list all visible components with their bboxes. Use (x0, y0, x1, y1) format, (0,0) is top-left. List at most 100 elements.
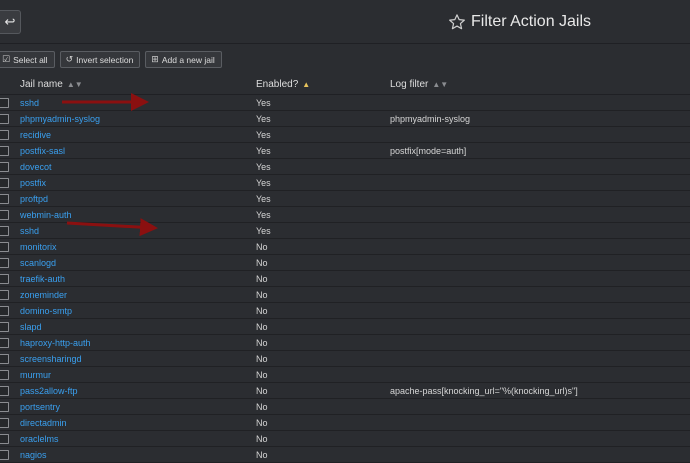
jail-name-cell: sshd (20, 222, 256, 239)
jail-name-cell: oraclelms (20, 430, 256, 447)
row-checkbox[interactable] (0, 273, 9, 284)
enabled-cell: Yes (256, 142, 390, 159)
select-all-label: Select all (13, 54, 48, 65)
jail-link[interactable]: screensharingd (20, 354, 82, 364)
log-filter-column-header[interactable]: Log filter ▲▼ (390, 74, 690, 95)
table-row: webmin-auth Yes (0, 206, 690, 223)
jail-name-column-header[interactable]: Jail name ▲▼ (20, 74, 256, 95)
table-row: postfix Yes (0, 174, 690, 191)
jail-name-cell: postfix (20, 174, 256, 191)
jail-name-cell: dovecot (20, 158, 256, 175)
enabled-cell: No (256, 382, 390, 399)
log-filter-cell (390, 222, 690, 239)
log-filter-cell (390, 334, 690, 351)
jail-link[interactable]: haproxy-http-auth (20, 338, 91, 348)
jail-link[interactable]: slapd (20, 322, 42, 332)
jail-name-cell: zoneminder (20, 286, 256, 303)
row-checkbox[interactable] (0, 161, 9, 172)
table-row: oraclelms No (0, 430, 690, 447)
log-filter-cell (390, 238, 690, 255)
row-select-cell (0, 222, 20, 239)
row-checkbox[interactable] (0, 337, 9, 348)
jail-name-cell: pass2allow-ftp (20, 382, 256, 399)
table-row: pass2allow-ftp No apache-pass[knocking_url… (0, 382, 690, 399)
table-row: proftpd Yes (0, 190, 690, 207)
table-row: directadmin No (0, 414, 690, 431)
enabled-column-header[interactable]: Enabled? ▲ (256, 74, 390, 95)
invert-selection-button[interactable]: ↺ Invert selection (59, 51, 141, 68)
jail-link[interactable]: recidive (20, 130, 51, 140)
jail-link[interactable]: murmur (20, 370, 51, 380)
log-filter-cell (390, 270, 690, 287)
row-checkbox[interactable] (0, 113, 9, 124)
jail-link[interactable]: portsentry (20, 402, 60, 412)
log-filter-cell (390, 206, 690, 223)
jail-name-cell: sshd (20, 94, 256, 111)
jail-name-cell: domino-smtp (20, 302, 256, 319)
jail-name-cell: webmin-auth (20, 206, 256, 223)
row-select-cell (0, 366, 20, 383)
jail-link[interactable]: domino-smtp (20, 306, 72, 316)
jail-link[interactable]: phpmyadmin-syslog (20, 114, 100, 124)
log-filter-cell (390, 414, 690, 431)
row-checkbox[interactable] (0, 177, 9, 188)
row-select-cell (0, 126, 20, 143)
row-checkbox[interactable] (0, 353, 9, 364)
page-header: Filter Action Jails (448, 11, 591, 33)
jail-link[interactable]: webmin-auth (20, 210, 72, 220)
jail-name-cell: haproxy-http-auth (20, 334, 256, 351)
table-header-row: Jail name ▲▼ Enabled? ▲ Log filter ▲▼ (0, 74, 690, 95)
row-checkbox[interactable] (0, 209, 9, 220)
return-arrow-icon[interactable]: ↩ (0, 10, 21, 34)
jail-link[interactable]: pass2allow-ftp (20, 386, 78, 396)
row-checkbox[interactable] (0, 401, 9, 412)
table-row: portsentry No (0, 398, 690, 415)
row-checkbox[interactable] (0, 97, 9, 108)
jail-link[interactable]: sshd (20, 226, 39, 236)
jails-table-body: sshd Yes phpmyadmin-syslog Yes phpmyadmin-sy… (0, 94, 690, 463)
jail-link[interactable]: zoneminder (20, 290, 67, 300)
jail-link[interactable]: dovecot (20, 162, 52, 172)
jail-link[interactable]: directadmin (20, 418, 67, 428)
jail-link[interactable]: monitorix (20, 242, 57, 252)
row-checkbox[interactable] (0, 369, 9, 380)
table-row: haproxy-http-auth No (0, 334, 690, 351)
jail-name-cell: screensharingd (20, 350, 256, 367)
jail-link[interactable]: oraclelms (20, 434, 59, 444)
enabled-cell: No (256, 366, 390, 383)
enabled-cell: No (256, 254, 390, 271)
table-row: phpmyadmin-syslog Yes phpmyadmin-syslog (0, 110, 690, 127)
select-all-button[interactable]: ☑ Select all (0, 51, 55, 68)
row-checkbox[interactable] (0, 433, 9, 444)
toolbar: ☑ Select all ↺ Invert selection ⊞ Add a … (0, 51, 222, 68)
jail-link[interactable]: nagios (20, 450, 47, 460)
row-checkbox[interactable] (0, 449, 9, 460)
jail-link[interactable]: sshd (20, 98, 39, 108)
row-select-cell (0, 318, 20, 335)
row-checkbox[interactable] (0, 241, 9, 252)
star-outline-icon[interactable] (448, 13, 466, 31)
row-checkbox[interactable] (0, 321, 9, 332)
add-new-jail-button[interactable]: ⊞ Add a new jail (145, 51, 222, 68)
row-checkbox[interactable] (0, 289, 9, 300)
row-checkbox[interactable] (0, 145, 9, 156)
row-checkbox[interactable] (0, 193, 9, 204)
invert-selection-label: Invert selection (76, 54, 134, 65)
row-checkbox[interactable] (0, 385, 9, 396)
jail-link[interactable]: proftpd (20, 194, 48, 204)
table-row: sshd Yes (0, 94, 690, 111)
enabled-cell: No (256, 350, 390, 367)
row-checkbox[interactable] (0, 305, 9, 316)
jail-link[interactable]: scanlogd (20, 258, 56, 268)
row-checkbox[interactable] (0, 225, 9, 236)
jail-link[interactable]: postfix (20, 178, 46, 188)
row-checkbox[interactable] (0, 417, 9, 428)
log-filter-cell (390, 126, 690, 143)
row-checkbox[interactable] (0, 129, 9, 140)
log-filter-cell (390, 318, 690, 335)
jail-link[interactable]: postfix-sasl (20, 146, 65, 156)
row-checkbox[interactable] (0, 257, 9, 268)
jail-link[interactable]: traefik-auth (20, 274, 65, 284)
log-filter-cell (390, 430, 690, 447)
table-row: zoneminder No (0, 286, 690, 303)
